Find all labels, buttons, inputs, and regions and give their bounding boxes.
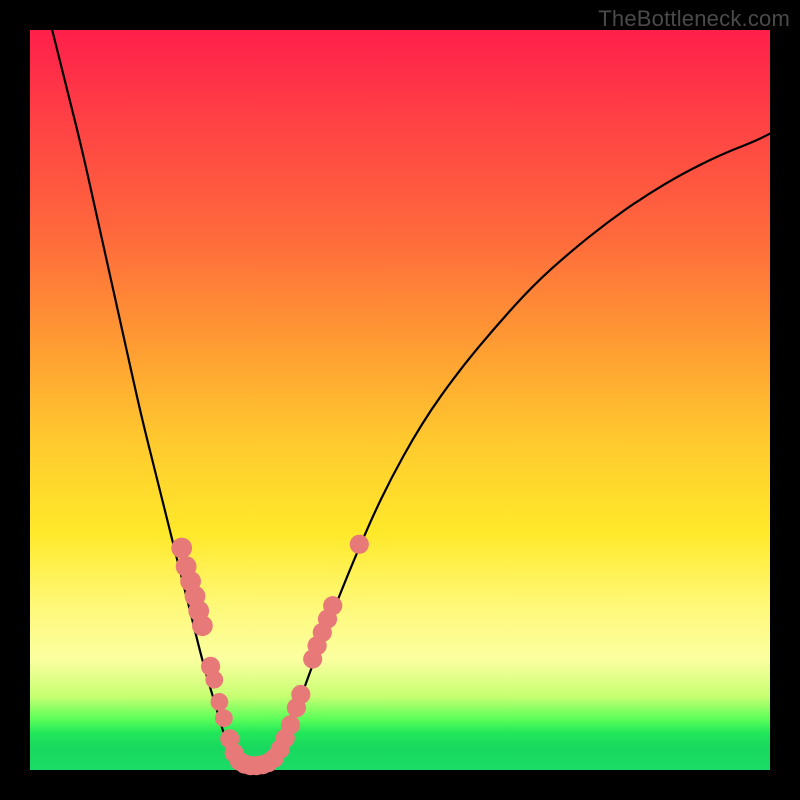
scatter-dot [211, 693, 229, 711]
scatter-dot [350, 535, 369, 554]
watermark-text: TheBottleneck.com [598, 6, 790, 32]
chart-plot-area [30, 30, 770, 770]
scatter-dot [281, 715, 300, 734]
scatter-dot [215, 709, 233, 727]
scatter-dot [171, 538, 192, 559]
chart-svg [30, 30, 770, 770]
scatter-dot [291, 685, 310, 704]
chart-frame: TheBottleneck.com [0, 0, 800, 800]
scatter-dot [323, 596, 342, 615]
scatter-dot [205, 671, 223, 689]
scatter-dot [192, 615, 213, 636]
bottleneck-curve [52, 30, 770, 766]
